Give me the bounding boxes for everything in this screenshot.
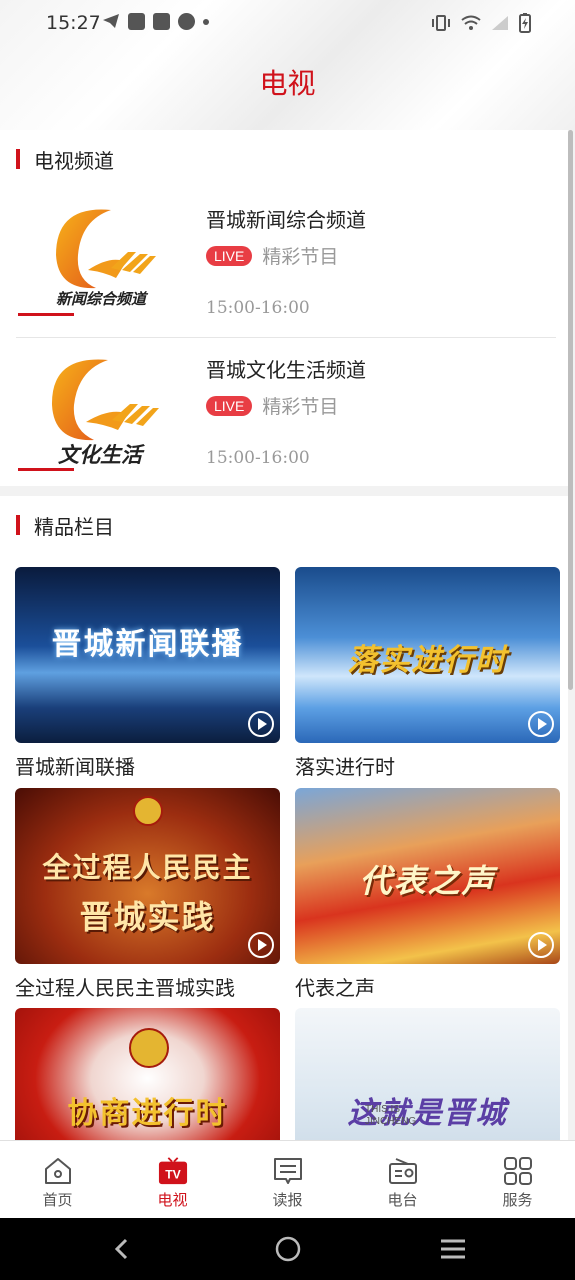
system-icons [431,13,531,37]
page-title: 电视 [259,67,316,100]
channel-name: 晋城文化生活频道 [206,358,366,382]
mail-icon [128,13,145,30]
tab-label: 首页 [42,1191,73,1209]
channel-logo: 新闻综合频道 [16,200,176,325]
recents-button[interactable] [423,1218,483,1280]
play-icon[interactable] [248,711,274,737]
signal-icon [491,15,509,35]
program-card[interactable]: 这就是晋城 THIS IS JINCHENG [295,1008,560,1146]
newspaper-icon [273,1156,303,1186]
tab-label: 电视 [157,1191,188,1209]
programs-section: 精品栏目 晋城新闻联播 晋城新闻联播 落实进行时 落实进行时 全过程人民民主 晋… [0,496,568,1146]
back-icon [114,1238,128,1260]
program-card[interactable]: 全过程人民民主 晋城实践 全过程人民民主晋城实践 [15,788,280,1001]
mail-icon [153,13,170,30]
wifi-icon [461,15,481,35]
bottom-tab-bar: 首页 TV 电视 读报 电台 服务 [0,1140,575,1218]
heading-marker [16,149,20,169]
program-thumbnail: 代表之声 [295,788,560,964]
thumb-title: 晋城新闻联播 [51,627,244,662]
live-badge: LIVE [206,245,253,266]
grid-icon [503,1156,533,1186]
program-thumbnail: 落实进行时 [295,567,560,743]
battery-icon [519,13,531,37]
program-thumbnail: 协商进行时 [15,1008,280,1146]
section-heading: 电视频道 [16,148,114,173]
live-row: LIVE 精彩节目 [206,392,338,419]
scrollbar[interactable] [568,130,573,690]
live-row: LIVE 精彩节目 [206,242,338,269]
system-nav-bar [0,1218,575,1280]
thumb-subtitle: THIS IS JINCHENG [365,1104,416,1128]
home-icon [43,1156,73,1186]
program-card[interactable]: 代表之声 代表之声 [295,788,560,1001]
home-button[interactable] [258,1218,318,1280]
emblem-icon [133,796,163,826]
back-button[interactable] [92,1218,152,1280]
tab-services[interactable]: 服务 [460,1141,575,1218]
header-area: 15:27 电视 [0,0,575,130]
tv-icon: TV [158,1156,188,1186]
thumb-title: 落实进行时 [347,643,508,678]
channel-item[interactable]: 文化生活 晋城文化生活频道 LIVE 精彩节目 15:00-16:00 [16,340,556,488]
program-card[interactable]: 协商进行时 [15,1008,280,1146]
status-bar: 15:27 [0,0,575,46]
thumb-title: 协商进行时 [67,1096,228,1131]
program-card[interactable]: 晋城新闻联播 晋城新闻联播 [15,567,280,780]
speed-icon [178,13,195,30]
tab-radio[interactable]: 电台 [345,1141,460,1218]
status-time: 15:27 [46,12,101,34]
home-circle-icon [275,1236,301,1262]
program-thumbnail: 晋城新闻联播 [15,567,280,743]
program-name: 精彩节目 [262,396,339,418]
vibrate-icon [431,15,451,35]
play-icon[interactable] [528,932,554,958]
thumb-title-line1: 全过程人民民主 [42,851,253,884]
thumb-title: 这就是晋城 [347,1096,508,1131]
tab-newspaper[interactable]: 读报 [230,1141,345,1218]
program-name: 精彩节目 [262,246,339,268]
menu-icon [441,1239,465,1259]
live-badge: LIVE [206,395,253,416]
program-time: 15:00-16:00 [206,448,310,468]
program-label: 代表之声 [295,976,375,1000]
thumb-title: 代表之声 [359,862,496,900]
notification-icons [102,13,209,30]
program-time: 15:00-16:00 [206,298,310,318]
emblem-icon [129,1028,169,1068]
tab-tv[interactable]: TV 电视 [115,1141,230,1218]
program-thumbnail: 这就是晋城 THIS IS JINCHENG [295,1008,560,1146]
logo-text: 文化生活 [58,443,145,467]
play-icon[interactable] [248,932,274,958]
program-label: 晋城新闻联播 [15,755,135,779]
section-heading-label: 精品栏目 [34,514,114,539]
radio-icon [388,1156,418,1186]
tab-label: 电台 [387,1191,418,1209]
tab-label: 读报 [272,1191,303,1209]
thumb-title-line2: 晋城实践 [79,898,216,936]
section-heading-label: 电视频道 [34,148,114,173]
tv-channel-section: 电视频道 新闻综合频道 晋城新闻综合频道 LIVE 精彩节目 15:00-16:… [0,130,568,486]
section-heading: 精品栏目 [16,514,114,539]
tv-badge-text: TV [165,1168,181,1182]
thumb-subtitle-line1: THIS IS [365,1104,401,1115]
thumb-subtitle-line2: JINCHENG [365,1116,417,1127]
channel-item[interactable]: 新闻综合频道 晋城新闻综合频道 LIVE 精彩节目 15:00-16:00 [16,190,556,338]
more-dot-icon [203,18,209,25]
program-label: 落实进行时 [295,755,395,779]
logo-text: 新闻综合频道 [56,290,149,308]
channel-name: 晋城新闻综合频道 [206,208,366,232]
telegram-icon [102,13,120,30]
channel-logo: 文化生活 [16,350,176,475]
heading-marker [16,515,20,535]
tab-label: 服务 [502,1191,533,1209]
program-label: 全过程人民民主晋城实践 [15,976,235,1000]
play-icon[interactable] [528,711,554,737]
program-thumbnail: 全过程人民民主 晋城实践 [15,788,280,964]
program-card[interactable]: 落实进行时 落实进行时 [295,567,560,780]
tab-home[interactable]: 首页 [0,1141,115,1218]
